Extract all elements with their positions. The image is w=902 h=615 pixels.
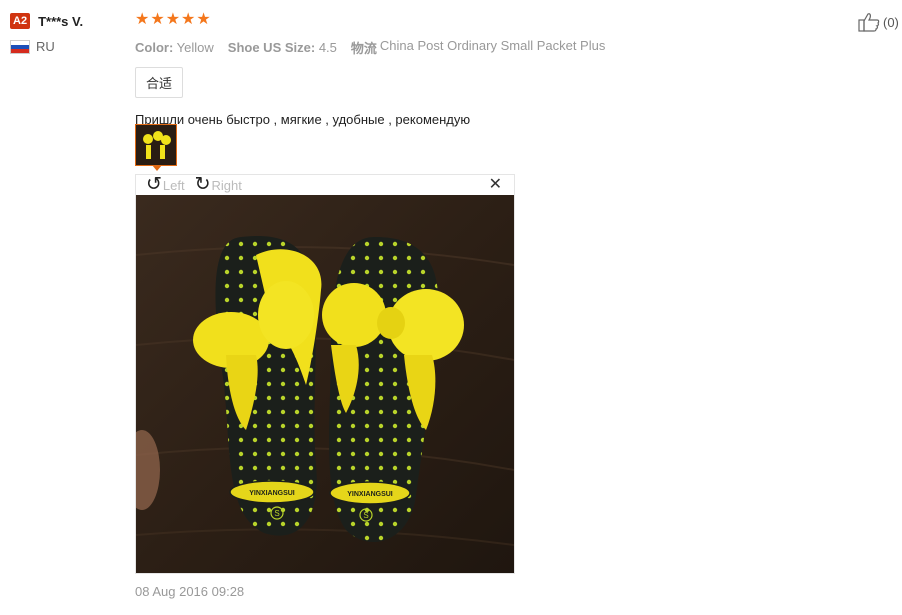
attribute-value: Yellow [176,40,214,55]
star-icon: ★ [135,11,150,28]
attribute-key: Shoe US Size: [227,40,316,55]
thumbnail-image [136,125,176,165]
helpful-button[interactable]: (0) [858,12,899,32]
brand-logo-left: YINXIANGSUI [249,490,295,497]
country-row: RU [10,39,130,54]
level-badge: A2 [10,13,31,29]
country-code: RU [36,39,55,54]
review-text: Пришли очень быстро , мягкие , удобные ,… [135,112,471,127]
star-icon: ★ [196,11,211,28]
attribute-key: Color: [135,40,174,55]
rotate-left-icon: ↺ [146,174,162,195]
attribute-key: 物流 [350,41,377,56]
photo-viewer: ↺ Left ↻ Right ✕ YINXIANGSUI S YINXIANGS… [135,174,515,574]
rotate-left-label: Left [162,177,185,193]
attribute-color: Color: Yellow [135,40,214,55]
review-tag[interactable]: 合适 [135,67,184,98]
reviewer-info: A2 T***s V. RU [10,12,130,54]
star-icon: ★ [165,11,181,28]
size-mark-left: S [274,509,279,518]
close-icon[interactable]: ✕ [489,177,502,193]
attribute-value: 4.5 [318,40,337,55]
review-content: ★ ★ ★ ★ ★ Color: Yellow Shoe US Size: 4.… [135,12,835,127]
russia-flag-icon [10,39,30,54]
thumbnail-pointer [152,165,162,171]
helpful-count: (0) [883,14,899,30]
review-date: 08 Aug 2016 09:28 [135,584,245,599]
review-photo-thumbnail[interactable] [135,124,177,166]
attribute-shipping: 物流 China Post Ordinary Small Packet Plus [351,38,605,57]
review-photo: YINXIANGSUI S YINXIANGSUI S [136,195,514,573]
star-icon: ★ [150,11,165,28]
thumbs-up-icon [858,13,880,32]
rotate-right-icon: ↻ [194,174,211,195]
attribute-size: Shoe US Size: 4.5 [228,40,337,55]
star-rating: ★ ★ ★ ★ ★ [135,12,835,28]
reviewer-row: A2 T***s V. [10,12,130,30]
size-mark-right: S [363,511,368,520]
product-attributes: Color: Yellow Shoe US Size: 4.5 物流 China… [135,38,835,57]
rotate-right-label: Right [211,177,242,193]
reviewer-name: T***s V. [38,13,84,29]
rotate-right-button[interactable]: ↻ Right [194,174,242,195]
viewer-toolbar: ↺ Left ↻ Right ✕ [136,175,514,195]
star-icon: ★ [181,11,196,28]
brand-logo-right: YINXIANGSUI [347,491,393,498]
rotate-left-button[interactable]: ↺ Left [146,174,185,195]
attribute-value: China Post Ordinary Small Packet Plus [379,38,606,53]
